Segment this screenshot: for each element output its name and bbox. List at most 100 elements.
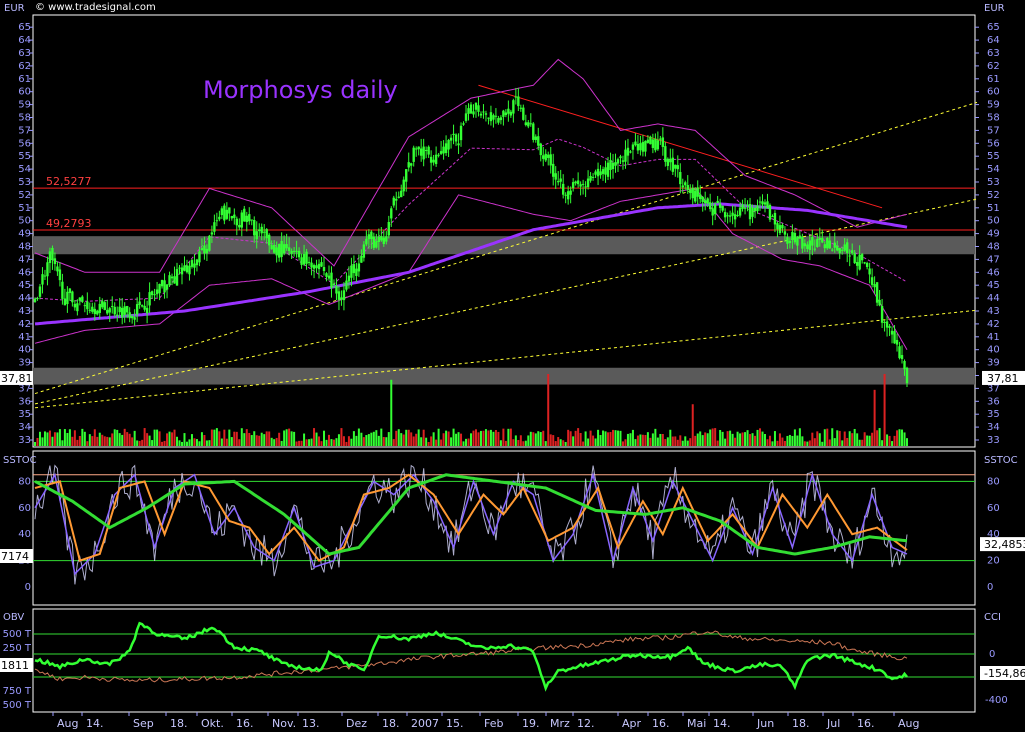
stoch-raw-line — [34, 464, 908, 585]
candle-body — [606, 162, 610, 177]
candle-body — [671, 157, 675, 172]
candle-body — [763, 202, 767, 205]
price-y-tick-right: 64 — [987, 35, 1000, 46]
candle-body — [604, 167, 607, 175]
volume-bar — [756, 429, 759, 446]
volume-bar — [724, 438, 727, 446]
volume-bar — [716, 440, 719, 446]
volume-bar — [768, 435, 771, 446]
candle-body — [621, 160, 625, 162]
candle-body — [280, 240, 283, 257]
volume-bar — [534, 433, 537, 446]
candle-body — [173, 276, 176, 284]
candle-body — [434, 154, 438, 165]
candle-body — [499, 117, 503, 121]
candle-body — [150, 291, 154, 296]
volume-bar — [549, 434, 552, 446]
candle-body — [267, 234, 271, 246]
candle-body — [519, 107, 523, 109]
candle-body — [290, 250, 293, 254]
candle-body — [103, 302, 106, 310]
volume-bar — [709, 429, 712, 446]
volume-bar — [759, 428, 762, 446]
volume-bar — [470, 433, 472, 446]
candle-body — [76, 303, 79, 312]
candle-body — [422, 146, 425, 160]
candle-body — [41, 274, 44, 285]
price-y-tick-right: 43 — [987, 306, 1000, 317]
x-axis-label: 13. — [302, 717, 320, 730]
price-y-tick-right: 62 — [987, 61, 1000, 72]
candle-body — [681, 185, 684, 188]
volume-bar — [888, 435, 891, 446]
candle-body — [250, 219, 253, 221]
candle-body — [509, 111, 513, 116]
volume-bar — [275, 437, 278, 446]
candle-body — [786, 237, 789, 244]
candle-body — [539, 143, 542, 156]
candle-body — [574, 181, 577, 184]
volume-bar — [574, 430, 577, 446]
obv-y-tick: 250 T — [3, 643, 32, 654]
volume-bar — [203, 435, 206, 446]
volume-bar — [626, 433, 629, 446]
candle-body — [111, 305, 114, 307]
volume-bar — [435, 439, 438, 446]
candle-body — [482, 111, 485, 113]
candle-body — [205, 248, 209, 254]
stoch-y-tick-right: 20 — [987, 556, 1000, 567]
candle-body — [417, 146, 420, 150]
candle-body — [659, 138, 662, 140]
candle-body — [686, 185, 689, 190]
candle-body — [442, 146, 445, 154]
candle-body — [101, 300, 104, 308]
volume-bar — [634, 439, 637, 446]
candle-body — [634, 141, 637, 146]
volume-bar — [280, 440, 283, 446]
volume-bar — [270, 437, 273, 446]
candle-body — [128, 312, 131, 319]
candle-body — [813, 248, 817, 250]
volume-bar — [163, 440, 166, 446]
volume-bar — [696, 433, 699, 446]
volume-bar — [739, 433, 742, 446]
price-y-tick-right: 65 — [987, 22, 1000, 33]
volume-bar — [215, 428, 218, 446]
volume-bar — [238, 439, 241, 446]
price-y-tick-right: 39 — [987, 358, 1000, 369]
volume-bar — [265, 431, 268, 446]
volume-bar — [151, 440, 154, 446]
volume-bar — [704, 432, 707, 446]
volume-bar — [355, 435, 358, 446]
candle-body — [721, 205, 724, 211]
volume-bar — [524, 440, 527, 446]
volume-bar — [143, 428, 146, 446]
candle-body — [629, 151, 632, 153]
candle-body — [888, 326, 891, 328]
candle-body — [302, 254, 306, 265]
candle-body — [225, 209, 229, 219]
volume-bar — [258, 435, 261, 446]
x-axis-label: 16. — [236, 717, 254, 730]
volume-bar — [567, 429, 570, 446]
volume-bar — [821, 441, 824, 446]
volume-bar — [833, 438, 836, 446]
volume-bar — [158, 431, 161, 446]
candle-body — [183, 265, 186, 271]
stoch-y-tick-left: 60 — [18, 503, 31, 514]
cci-line — [34, 630, 908, 683]
candle-body — [300, 257, 303, 265]
obv-cci-pane-frame — [32, 608, 976, 713]
volume-bar — [826, 428, 829, 446]
volume-bar — [400, 433, 403, 446]
volume-bar — [577, 428, 580, 446]
volume-bar — [893, 435, 896, 446]
volume-bar — [425, 437, 428, 446]
volume-bar — [320, 441, 323, 446]
volume-bar — [669, 429, 672, 446]
price-y-tick-right: 51 — [987, 203, 1000, 214]
candle-body — [86, 301, 89, 310]
volume-bar — [776, 440, 779, 446]
candle-body — [773, 213, 777, 225]
stoch-k-line — [34, 472, 908, 576]
